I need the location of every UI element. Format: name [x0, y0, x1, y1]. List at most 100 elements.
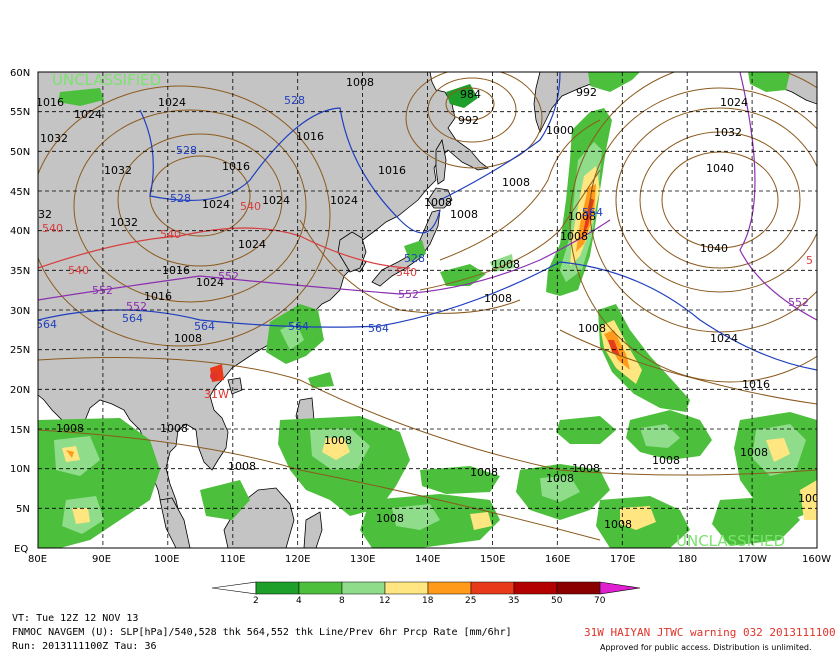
isobar-label: 1008 [492, 258, 520, 271]
lat-label: 5N [16, 504, 30, 515]
isobar-label: 1040 [700, 242, 728, 255]
colorbar-bin [427, 581, 472, 595]
isobar-label: 1040 [706, 162, 734, 175]
isobar-label: 1032 [714, 126, 742, 139]
height-label: 528 [284, 94, 305, 107]
lon-label: 90E [92, 554, 111, 565]
lon-label: 110E [220, 554, 245, 565]
isobar-label: 1008 [424, 196, 452, 209]
lon-label: 150E [480, 554, 505, 565]
height-label: 552 [788, 296, 809, 309]
lat-label: 60N [10, 68, 30, 79]
isobar-label: 1008 [324, 434, 352, 447]
height-label: 32 [38, 208, 52, 221]
isobar-label: 1008 [502, 176, 530, 189]
weather-map: 31W 1008 1016 1024 1032 1016 1024 1016 1… [10, 68, 831, 606]
height-label: 540 [240, 200, 261, 213]
colorbar-tick: 50 [551, 596, 563, 606]
isobar-label: 1008 [604, 518, 632, 531]
height-label: 564 [368, 322, 389, 335]
height-label: 540 [160, 228, 181, 241]
isobar-label: 1024 [330, 194, 358, 207]
colorbar-tick: 8 [339, 596, 345, 606]
height-label: 5 [806, 254, 813, 267]
lon-label: 180 [678, 554, 697, 565]
isobar-label: 1032 [110, 216, 138, 229]
isobar-label: 1000 [546, 124, 574, 137]
lat-label: 35N [10, 266, 30, 277]
isobar-label: 1016 [36, 96, 64, 109]
colorbar-bin [255, 581, 300, 595]
lat-label: 25N [10, 345, 30, 356]
lat-label: EQ [14, 544, 28, 555]
height-label: 552 [92, 284, 113, 297]
isobar-label: 1024 [710, 332, 738, 345]
isobar-label: 1032 [104, 164, 132, 177]
isobar-label: 984 [460, 88, 481, 101]
height-label: 564 [122, 312, 143, 325]
colorbar-tick: 25 [465, 596, 476, 606]
isobar-label: 1008 [740, 446, 768, 459]
height-label: 528 [404, 252, 425, 265]
height-label: 564 [582, 206, 603, 219]
lon-label: 160E [545, 554, 570, 565]
lon-label: 170W [738, 554, 767, 565]
isobar-label: 1008 [578, 322, 606, 335]
colorbar-bin [470, 581, 515, 595]
lon-label: 160W [802, 554, 831, 565]
lat-label: 30N [10, 306, 30, 317]
isobar-label: 1024 [158, 96, 186, 109]
isobar-label: 1008 [560, 230, 588, 243]
isobar-label: 1008 [546, 472, 574, 485]
isobar-label: 1008 [228, 460, 256, 473]
colorbar-low-arrow [211, 581, 257, 595]
lat-label: 10N [10, 464, 30, 475]
colorbar-tick: 4 [296, 596, 302, 606]
isobar-label: 1032 [40, 132, 68, 145]
lat-label: 55N [10, 107, 30, 118]
height-label: 528 [176, 144, 197, 157]
height-label: 540 [42, 222, 63, 235]
isobar-label: 1016 [296, 130, 324, 143]
isobar-label: 1008 [572, 462, 600, 475]
height-label: 552 [398, 288, 419, 301]
isobar-label: 1024 [720, 96, 748, 109]
colorbar-bin [341, 581, 386, 595]
colorbar-tick: 2 [253, 596, 259, 606]
isobar-label: 1016 [222, 160, 250, 173]
colorbar: 2 4 8 12 18 25 35 50 70 [211, 581, 641, 606]
isobar-label: 992 [458, 114, 479, 127]
lon-axis: 80E 90E 100E 110E 120E 130E 140E 150E 16… [28, 554, 831, 565]
colorbar-tick: 70 [594, 596, 606, 606]
colorbar-bin [384, 581, 429, 595]
isobar-label: 100 [798, 492, 819, 505]
distribution-note: Approved for public access. Distribution… [600, 643, 812, 652]
isobar-label: 1008 [56, 422, 84, 435]
height-label: 540 [396, 266, 417, 279]
classification-bottom: UNCLASSIFIED [676, 532, 785, 550]
colorbar-bin [298, 581, 343, 595]
isobar-label: 1008 [160, 422, 188, 435]
valid-time: VT: Tue 12Z 12 NOV 13 [12, 613, 139, 624]
height-label: 528 [170, 192, 191, 205]
height-label: 564 [194, 320, 215, 333]
lat-label: 50N [10, 147, 30, 158]
run-info: Run: 2013111100Z Tau: 36 [12, 641, 157, 652]
isobar-label: 1008 [376, 512, 404, 525]
isobar-label: 1016 [742, 378, 770, 391]
lat-label: 15N [10, 425, 30, 436]
isobar-label: 1008 [652, 454, 680, 467]
lon-label: 80E [28, 554, 47, 565]
isobar-label: 1008 [450, 208, 478, 221]
lat-axis: 60N 55N 50N 45N 40N 35N 30N 25N 20N 15N … [10, 68, 30, 555]
colorbar-bin [513, 581, 558, 595]
lon-label: 100E [154, 554, 179, 565]
map-area: 31W 1008 1016 1024 1032 1016 1024 1016 1… [36, 72, 819, 550]
colorbar-tick: 12 [379, 596, 390, 606]
isobar-label: 1008 [346, 76, 374, 89]
isobar-label: 1024 [202, 198, 230, 211]
lat-label: 40N [10, 226, 30, 237]
product-description: FNMOC NAVGEM (U): SLP[hPa]/540,528 thk 5… [12, 627, 512, 638]
lon-label: 140E [415, 554, 440, 565]
isobar-label: 1016 [378, 164, 406, 177]
